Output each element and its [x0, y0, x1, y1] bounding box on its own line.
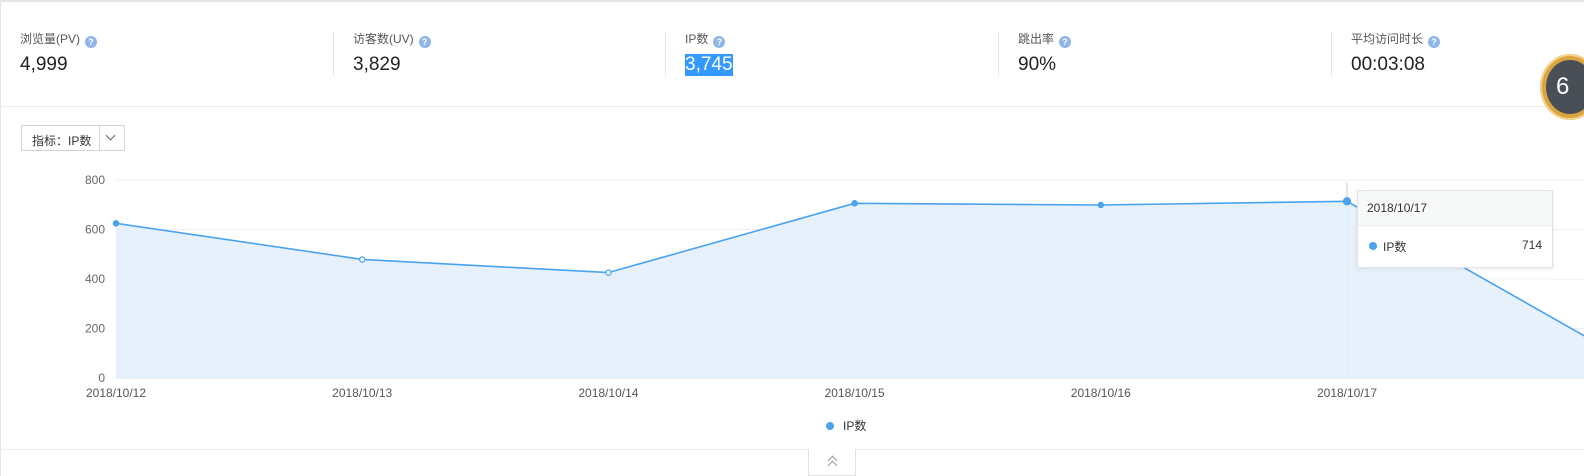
help-icon[interactable]: ? — [418, 36, 431, 48]
stat-label: 平均访问时长 — [1351, 32, 1424, 46]
metric-select[interactable]: 指标：IP数 — [21, 125, 125, 151]
tooltip-date: 2018/10/17 — [1358, 191, 1552, 226]
x-tick-label: 2018/10/13 — [332, 386, 392, 400]
y-tick-label: 400 — [85, 272, 105, 286]
stat-ip: IP数? 3,745 — [665, 2, 998, 106]
y-tick-label: 200 — [85, 322, 105, 336]
data-point — [605, 269, 612, 276]
stat-value: 3,745 — [685, 54, 733, 76]
legend-dot-icon — [826, 422, 834, 430]
series-dot-icon — [1369, 242, 1377, 250]
stat-label: 跳出率 — [1018, 32, 1055, 46]
legend-label: IP数 — [843, 419, 867, 433]
chevron-down-icon — [105, 130, 116, 141]
stat-label: 浏览量(PV) — [20, 32, 81, 46]
stat-value: 00:03:08 — [1351, 54, 1425, 75]
help-icon[interactable]: ? — [713, 36, 726, 48]
metric-select-label: 指标： — [32, 134, 69, 148]
stat-uv: 访客数(UV)? 3,829 — [333, 2, 665, 106]
data-point — [851, 200, 858, 207]
chart-tooltip: 2018/10/17 IP数 714 — [1357, 190, 1553, 268]
tooltip-series-name: IP数 — [1383, 240, 1407, 254]
y-tick-label: 800 — [85, 173, 105, 187]
bottom-divider — [0, 449, 1584, 450]
data-point — [112, 220, 120, 227]
help-icon[interactable]: ? — [85, 36, 98, 48]
stat-label: 访客数(UV) — [353, 32, 414, 46]
y-tick-label: 600 — [85, 223, 105, 237]
stat-pv: 浏览量(PV)? 4,999 — [0, 2, 333, 106]
x-tick-label: 2018/10/15 — [825, 386, 885, 400]
collapse-button[interactable] — [808, 449, 856, 476]
stat-bounce-rate: 跳出率? 90% — [998, 2, 1331, 106]
dropdown-toggle[interactable] — [99, 126, 124, 150]
x-tick-label: 2018/10/14 — [578, 386, 638, 400]
stats-row: 浏览量(PV)? 4,999 访客数(UV)? 3,829 IP数? 3,745… — [0, 2, 1584, 107]
y-tick-label: 0 — [98, 371, 105, 385]
help-icon[interactable]: ? — [1428, 36, 1441, 48]
stat-value: 3,829 — [353, 54, 401, 75]
stat-label: IP数 — [685, 32, 709, 46]
stat-value: 4,999 — [20, 54, 68, 75]
x-tick-label: 2018/10/12 — [86, 386, 146, 400]
stat-value: 90% — [1018, 54, 1057, 75]
help-icon[interactable]: ? — [1059, 36, 1072, 48]
badge-count: 6 — [1546, 60, 1584, 114]
metric-select-value: IP数 — [68, 134, 92, 148]
data-point — [1097, 201, 1105, 209]
chart-legend[interactable]: IP数 — [826, 417, 866, 434]
data-point — [1342, 197, 1352, 206]
chevron-up-icon — [827, 460, 838, 471]
x-tick-label: 2018/10/17 — [1317, 386, 1377, 400]
tooltip-value: 714 — [1521, 238, 1542, 252]
ip-area-chart[interactable]: 0 200 400 600 800 2018/10/12 2018/10/13 2018/10… — [0, 160, 1584, 410]
data-point — [358, 256, 366, 263]
x-tick-label: 2018/10/16 — [1071, 386, 1131, 400]
